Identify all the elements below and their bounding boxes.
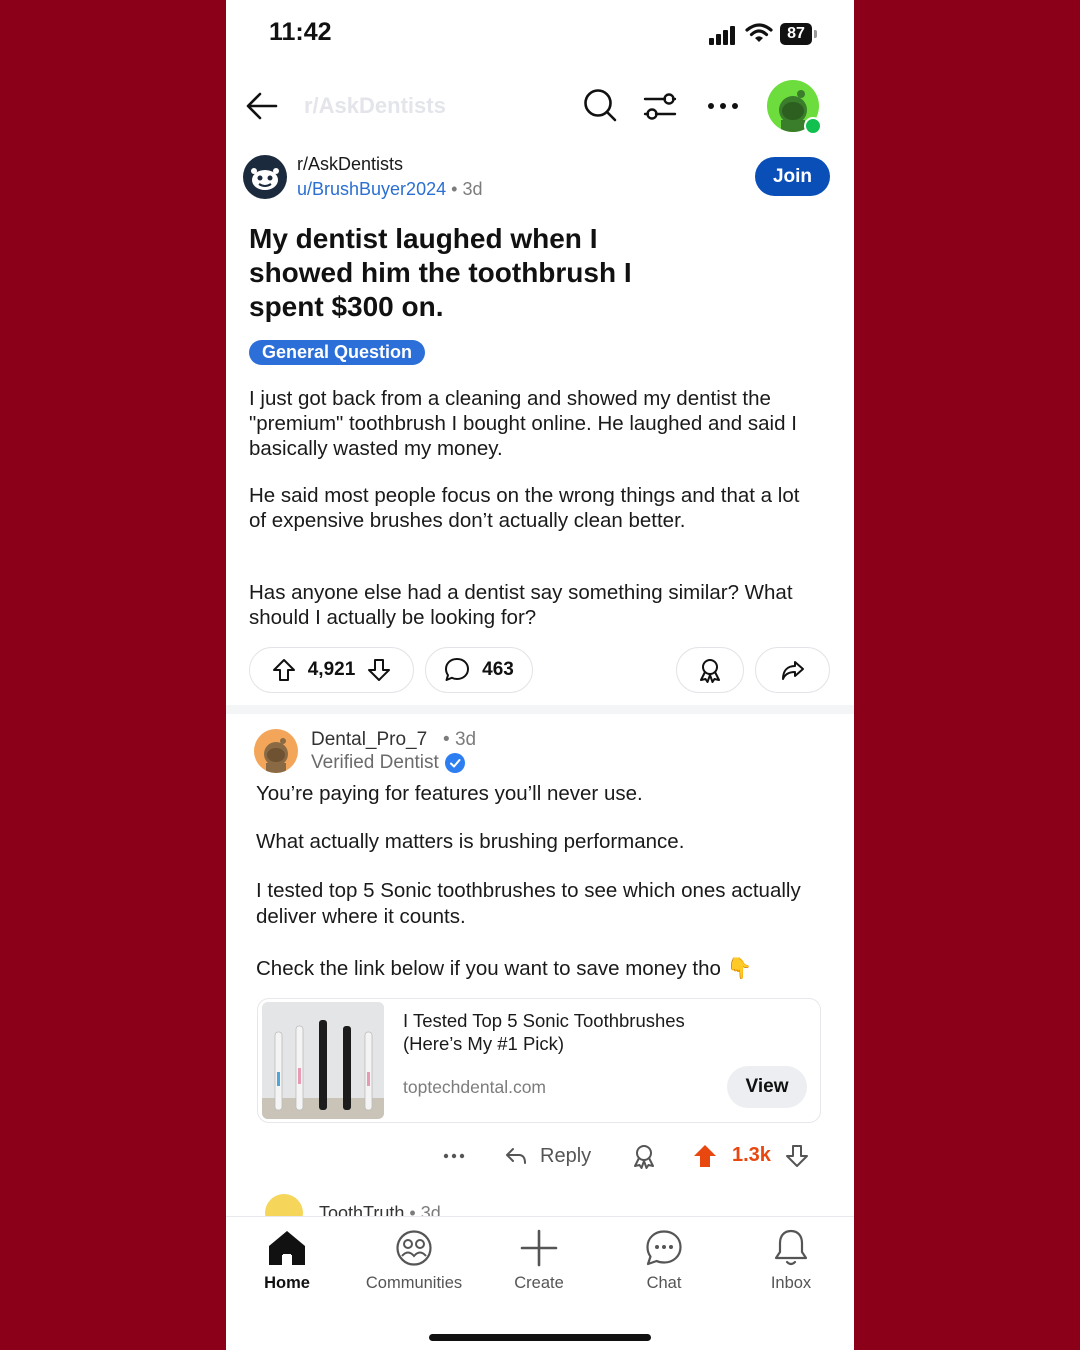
battery-tip <box>814 30 817 38</box>
home-icon <box>232 1226 342 1270</box>
reply-label: Reply <box>540 1144 592 1167</box>
plus-icon <box>484 1226 594 1270</box>
more-options-icon[interactable] <box>707 101 739 111</box>
reply-button[interactable]: Reply <box>504 1139 591 1173</box>
comment-author[interactable]: Dental_Pro_7 <box>311 729 427 750</box>
tab-communities[interactable]: Communities <box>359 1226 469 1293</box>
online-status-dot <box>804 117 822 135</box>
meta-separator: • <box>451 179 463 199</box>
link-title[interactable]: I Tested Top 5 Sonic Toothbrushes (Here’… <box>403 1009 733 1055</box>
tab-inbox[interactable]: Inbox <box>736 1226 846 1293</box>
comment-more-icon[interactable] <box>442 1148 466 1164</box>
comments-button[interactable]: 463 <box>425 647 533 693</box>
comment-age: 3d <box>454 729 477 750</box>
tab-chat[interactable]: Chat <box>609 1226 719 1293</box>
link-domain: toptechdental.com <box>403 1077 547 1097</box>
share-button[interactable] <box>755 647 830 693</box>
tab-create[interactable]: Create <box>484 1226 594 1293</box>
post-age: 3d <box>462 179 483 199</box>
post-body-paragraph: Has anyone else had a dentist say someth… <box>249 581 793 629</box>
search-icon[interactable] <box>582 87 618 123</box>
post-flair[interactable]: General Question <box>249 340 426 365</box>
award-button[interactable] <box>676 647 744 693</box>
meta-separator: • <box>432 729 455 750</box>
share-arrow-icon <box>780 657 806 683</box>
user-flair: Verified Dentist <box>311 752 465 774</box>
bell-icon <box>736 1226 846 1270</box>
wifi-icon <box>745 22 773 44</box>
comment-upvote-icon[interactable] <box>692 1143 718 1169</box>
subreddit-name[interactable]: r/AskDentists <box>297 154 403 175</box>
reply-arrow-icon <box>504 1144 528 1168</box>
tab-label: Home <box>264 1274 310 1292</box>
vote-count: 4,921 <box>307 659 356 680</box>
comment-score: 1.3k <box>732 1144 771 1166</box>
nav-title: r/AskDentists <box>304 93 446 118</box>
chat-icon <box>609 1226 719 1270</box>
section-divider <box>226 705 854 714</box>
comment-downvote-icon[interactable] <box>785 1144 809 1168</box>
award-icon <box>697 657 723 683</box>
post-title: My dentist laughed when I showed him the… <box>249 223 632 322</box>
vote-bar: 4,921 <box>249 647 414 693</box>
subreddit-avatar[interactable] <box>243 155 287 199</box>
comment-paragraph: I tested top 5 Sonic toothbrushes to see… <box>256 879 801 928</box>
downvote-arrow-icon[interactable] <box>367 658 391 682</box>
phone-screen: 11:42 87 r/AskDentists r/AskDentists u/B… <box>226 0 854 1350</box>
tab-home[interactable]: Home <box>232 1226 342 1293</box>
filter-sliders-icon[interactable] <box>642 88 678 124</box>
battery-indicator: 87 <box>780 23 812 45</box>
comment-author-line: Dental_Pro_7 • 3d <box>311 729 476 751</box>
tab-label: Communities <box>365 1274 463 1292</box>
view-button[interactable]: View <box>727 1066 807 1108</box>
comment-count: 463 <box>482 659 514 680</box>
upvote-arrow-icon[interactable] <box>272 658 296 682</box>
comment-paragraph: What actually matters is brushing perfor… <box>256 830 685 853</box>
author-link[interactable]: u/BrushBuyer2024 <box>297 179 446 199</box>
post-meta: u/BrushBuyer2024 • 3d <box>297 179 482 200</box>
link-preview-card[interactable]: I Tested Top 5 Sonic Toothbrushes (Here’… <box>257 998 821 1123</box>
tab-label: Create <box>514 1274 564 1292</box>
tab-label: Inbox <box>770 1274 812 1292</box>
join-button[interactable]: Join <box>755 157 830 196</box>
post-body-paragraph: I just got back from a cleaning and show… <box>249 387 797 460</box>
user-flair-text: Verified Dentist <box>311 752 439 773</box>
back-arrow-icon[interactable] <box>244 88 280 124</box>
status-time: 11:42 <box>269 18 332 46</box>
comment-paragraph: You’re paying for features you’ll never … <box>256 782 643 805</box>
commenter-avatar[interactable] <box>254 729 298 773</box>
home-indicator <box>429 1334 651 1341</box>
comment-bubble-icon <box>444 657 470 683</box>
communities-icon <box>359 1226 469 1270</box>
verified-check-icon <box>444 753 465 773</box>
post-body-paragraph: He said most people focus on the wrong t… <box>249 484 800 532</box>
comment-award-icon[interactable] <box>631 1143 657 1169</box>
cellular-signal-icon <box>709 25 737 45</box>
link-thumbnail <box>262 1002 384 1119</box>
tab-label: Chat <box>646 1274 682 1292</box>
comment-paragraph: Check the link below if you want to save… <box>256 957 753 980</box>
